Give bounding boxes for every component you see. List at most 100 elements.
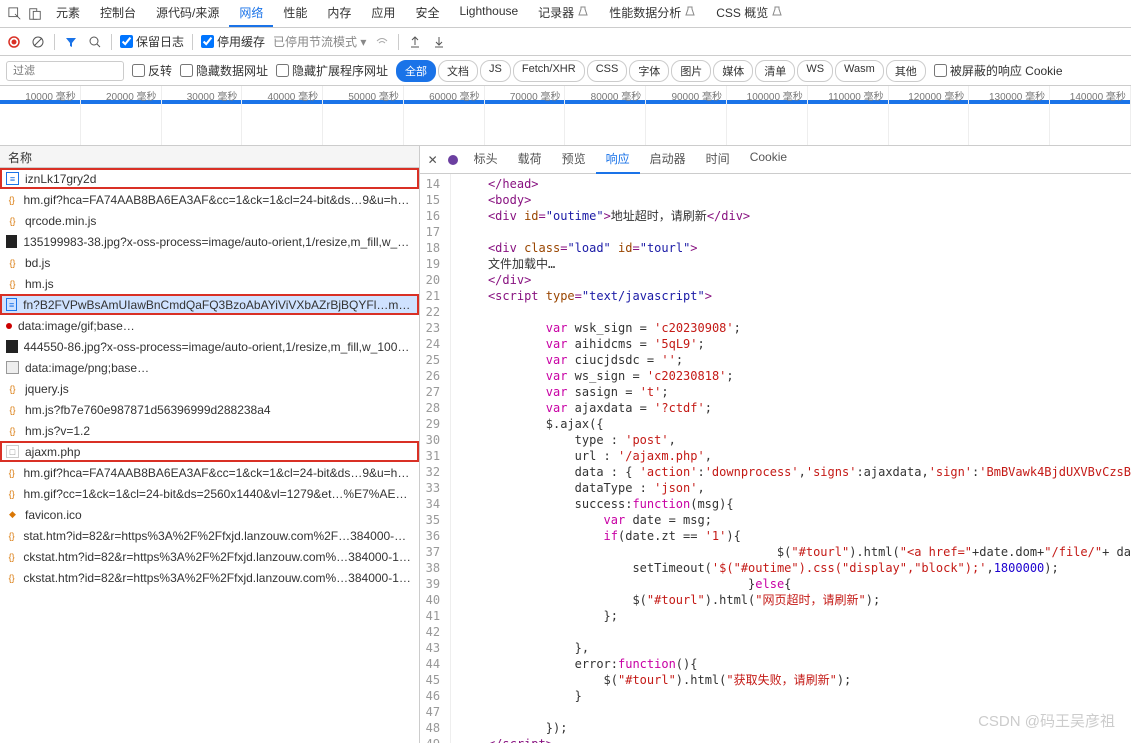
pill-清单[interactable]: 清单 xyxy=(755,60,795,82)
pill-全部[interactable]: 全部 xyxy=(396,60,436,82)
detail-tab-标头[interactable]: 标头 xyxy=(464,145,508,174)
request-row[interactable]: {} qrcode.min.js xyxy=(0,210,419,231)
js-icon: {} xyxy=(6,214,19,227)
column-header-name[interactable]: 名称 xyxy=(0,146,419,168)
tab-应用[interactable]: 应用 xyxy=(361,0,405,27)
close-icon[interactable]: ✕ xyxy=(424,151,442,169)
js-icon: {} xyxy=(6,487,18,500)
device-icon[interactable] xyxy=(26,5,44,23)
imgdark-icon xyxy=(6,235,17,248)
upload-icon[interactable] xyxy=(407,34,423,50)
tick-label: 20000 毫秒 xyxy=(106,88,157,103)
tab-性能数据分析[interactable]: 性能数据分析 xyxy=(599,0,706,27)
pill-媒体[interactable]: 媒体 xyxy=(713,60,753,82)
request-name: 135199983-38.jpg?x-oss-process=image/aut… xyxy=(23,235,412,249)
tab-控制台[interactable]: 控制台 xyxy=(90,0,146,27)
request-list: 名称 ≡iznLk17gry2d{}hm.gif?hca=FA74AAB8BA6… xyxy=(0,146,420,743)
invert-checkbox[interactable]: 反转 xyxy=(132,62,172,79)
pill-图片[interactable]: 图片 xyxy=(671,60,711,82)
blocked-cookies-checkbox[interactable]: 被屏蔽的响应 Cookie xyxy=(934,62,1063,79)
request-row[interactable]: {} ckstat.htm?id=82&r=https%3A%2F%2Ffxjd.… xyxy=(0,546,419,567)
pill-文档[interactable]: 文档 xyxy=(438,60,478,82)
request-name: qrcode.min.js xyxy=(25,214,96,228)
tab-记录器[interactable]: 记录器 xyxy=(528,0,599,27)
inspect-icon[interactable] xyxy=(6,5,24,23)
request-row[interactable]: ◆ favicon.ico xyxy=(0,504,419,525)
imgdark-icon xyxy=(6,340,18,353)
record-icon[interactable] xyxy=(6,34,22,50)
pill-其他[interactable]: 其他 xyxy=(886,60,926,82)
request-name: ajaxm.php xyxy=(25,445,80,459)
tab-内存[interactable]: 内存 xyxy=(317,0,361,27)
pill-WS[interactable]: WS xyxy=(797,60,833,82)
detail-tab-时间[interactable]: 时间 xyxy=(696,145,740,174)
doc-icon: ≡ xyxy=(6,172,19,185)
filter-bar: 反转 隐藏数据网址 隐藏扩展程序网址 全部文档JSFetch/XHRCSS字体图… xyxy=(0,56,1131,86)
doc-icon: ≡ xyxy=(6,298,17,311)
request-row[interactable]: ≡fn?B2FVPwBsAmUIawBnCmdQaFQ3BzoAbAYiViVX… xyxy=(0,294,419,315)
throttling-select[interactable]: 已停用节流模式 ▾ xyxy=(273,33,366,50)
request-row[interactable]: {}hm.js xyxy=(0,273,419,294)
request-name: favicon.ico xyxy=(25,508,82,522)
waterfall-timeline[interactable]: 10000 毫秒20000 毫秒30000 毫秒40000 毫秒50000 毫秒… xyxy=(0,86,1131,146)
response-code[interactable]: 1415161718192021222324252627282930313233… xyxy=(420,174,1131,743)
request-row[interactable]: ≡iznLk17gry2d xyxy=(0,168,419,189)
detail-tab-载荷[interactable]: 载荷 xyxy=(508,145,552,174)
request-row[interactable]: {}hm.gif?cc=1&ck=1&cl=24-bit&ds=2560x144… xyxy=(0,483,419,504)
pill-Fetch/XHR[interactable]: Fetch/XHR xyxy=(513,60,585,82)
download-icon[interactable] xyxy=(431,34,447,50)
disable-cache-checkbox[interactable]: 停用缓存 xyxy=(201,33,265,50)
filter-icon[interactable] xyxy=(63,34,79,50)
tab-性能[interactable]: 性能 xyxy=(273,0,317,27)
request-name: hm.js xyxy=(25,277,54,291)
filter-input[interactable] xyxy=(6,61,124,81)
pill-JS[interactable]: JS xyxy=(480,60,511,82)
tick-label: 40000 毫秒 xyxy=(268,88,319,103)
js-icon: {} xyxy=(6,550,17,563)
request-row[interactable]: □ajaxm.php xyxy=(0,441,419,462)
tick-label: 60000 毫秒 xyxy=(429,88,480,103)
request-name: bd.js xyxy=(25,256,50,270)
request-row[interactable]: 135199983-38.jpg?x-oss-process=image/aut… xyxy=(0,231,419,252)
pill-字体[interactable]: 字体 xyxy=(629,60,669,82)
request-row[interactable]: data:image/png;base… xyxy=(0,357,419,378)
request-row[interactable]: {}hm.js?v=1.2 xyxy=(0,420,419,441)
tick-label: 140000 毫秒 xyxy=(1070,88,1126,103)
js-icon: {} xyxy=(6,424,19,437)
network-toolbar: 保留日志 停用缓存 已停用节流模式 ▾ xyxy=(0,28,1131,56)
request-row[interactable]: {}ckstat.htm?id=82&r=https%3A%2F%2Ffxjd.… xyxy=(0,567,419,588)
request-name: data:image/png;base… xyxy=(25,361,149,375)
detail-tab-Cookie[interactable]: Cookie xyxy=(740,145,797,174)
search-icon[interactable] xyxy=(87,34,103,50)
devtools-tabbar: 元素控制台源代码/来源网络性能内存应用安全Lighthouse记录器性能数据分析… xyxy=(0,0,1131,28)
request-row[interactable]: {}jquery.js xyxy=(0,378,419,399)
detail-tab-响应[interactable]: 响应 xyxy=(596,145,640,174)
request-row[interactable]: {}stat.htm?id=82&r=https%3A%2F%2Ffxjd.la… xyxy=(0,525,419,546)
fav-icon: ◆ xyxy=(6,508,19,521)
tab-安全[interactable]: 安全 xyxy=(405,0,449,27)
detail-tab-启动器[interactable]: 启动器 xyxy=(640,145,696,174)
request-row[interactable]: {}hm.gif?hca=FA74AAB8BA6EA3AF&cc=1&ck=1&… xyxy=(0,462,419,483)
detail-tabs: ✕ 标头载荷预览响应启动器时间Cookie xyxy=(420,146,1131,174)
tab-网络[interactable]: 网络 xyxy=(229,0,273,27)
tab-Lighthouse[interactable]: Lighthouse xyxy=(449,0,528,27)
request-row[interactable]: {}bd.js xyxy=(0,252,419,273)
hide-ext-urls-checkbox[interactable]: 隐藏扩展程序网址 xyxy=(276,62,388,79)
data-icon xyxy=(6,323,12,329)
pill-CSS[interactable]: CSS xyxy=(587,60,628,82)
detail-tab-预览[interactable]: 预览 xyxy=(552,145,596,174)
request-name: ckstat.htm?id=82&r=https%3A%2F%2Ffxjd.la… xyxy=(23,550,412,564)
tab-CSS 概览[interactable]: CSS 概览 xyxy=(706,0,793,27)
request-row[interactable]: 444550-86.jpg?x-oss-process=image/auto-o… xyxy=(0,336,419,357)
preserve-log-checkbox[interactable]: 保留日志 xyxy=(120,33,184,50)
request-name: hm.js?fb7e760e987871d56396999d288238a4 xyxy=(25,403,271,417)
hide-data-urls-checkbox[interactable]: 隐藏数据网址 xyxy=(180,62,268,79)
tab-源代码/来源[interactable]: 源代码/来源 xyxy=(146,0,229,27)
clear-icon[interactable] xyxy=(30,34,46,50)
tab-元素[interactable]: 元素 xyxy=(46,0,90,27)
request-row[interactable]: data:image/gif;base… xyxy=(0,315,419,336)
pill-Wasm[interactable]: Wasm xyxy=(835,60,884,82)
request-row[interactable]: {}hm.js?fb7e760e987871d56396999d288238a4 xyxy=(0,399,419,420)
request-row[interactable]: {}hm.gif?hca=FA74AAB8BA6EA3AF&cc=1&ck=1&… xyxy=(0,189,419,210)
wifi-icon[interactable] xyxy=(374,34,390,50)
